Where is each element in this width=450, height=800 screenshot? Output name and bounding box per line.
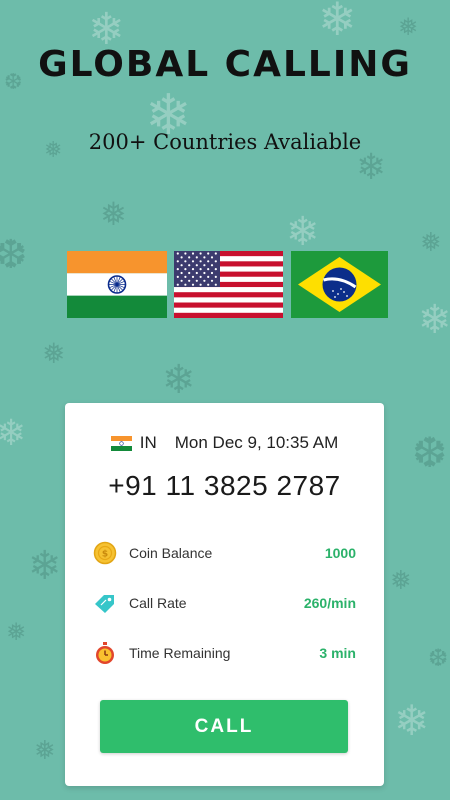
snowflake-decoration: ❅ <box>398 13 419 41</box>
snowflake-decoration: ❄ <box>318 0 357 46</box>
call-button[interactable]: CALL <box>100 700 348 753</box>
coin-balance-label: Coin Balance <box>129 545 213 561</box>
snowflake-decoration: ❄ <box>162 357 196 403</box>
call-rate-row: Call Rate 260/min <box>93 591 356 617</box>
snowflake-decoration: ❆ <box>428 644 449 672</box>
snowflake-decoration: ❄ <box>394 696 430 745</box>
call-datetime: Mon Dec 9, 10:35 AM <box>174 433 339 452</box>
snowflake-decoration: ❅ <box>100 195 127 233</box>
svg-text:$: $ <box>102 550 108 560</box>
call-card: IN Mon Dec 9, 10:35 AM +91 11 3825 2787 $… <box>65 403 384 786</box>
page-subtitle: 200+ Countries Avaliable <box>88 130 362 154</box>
coin-icon: $ <box>93 541 117 565</box>
snowflake-decoration: ❄ <box>286 209 320 255</box>
time-remaining-value: 3 min <box>319 645 356 661</box>
snowflake-decoration: ❅ <box>34 736 56 766</box>
snowflake-decoration: ❆ <box>0 232 28 278</box>
snowflake-decoration: ❅ <box>42 337 66 370</box>
snowflake-decoration: ❆ <box>412 428 448 477</box>
india-flag <box>67 251 167 318</box>
snowflake-decoration: ❄ <box>0 413 27 454</box>
india-flag-icon <box>110 436 132 451</box>
snowflake-decoration: ❄ <box>356 147 387 188</box>
snowflake-decoration: ❄ <box>28 543 62 589</box>
call-rate-label: Call Rate <box>129 595 187 611</box>
price-tag-icon <box>93 591 117 615</box>
time-remaining-label: Time Remaining <box>129 645 231 661</box>
coin-balance-row: $ Coin Balance 1000 <box>93 541 356 567</box>
page-title: GLOBAL CALLING <box>38 44 412 85</box>
call-info-header: IN Mon Dec 9, 10:35 AM <box>65 433 384 453</box>
brazil-flag <box>291 251 388 318</box>
stopwatch-icon <box>93 641 117 665</box>
snowflake-decoration: ❅ <box>420 228 442 258</box>
call-rate-value: 260/min <box>303 595 356 611</box>
usa-flag <box>174 251 283 318</box>
snowflake-decoration: ❅ <box>390 566 412 596</box>
coin-balance-value: 1000 <box>324 545 356 561</box>
time-remaining-row: Time Remaining 3 min <box>93 641 356 667</box>
snowflake-decoration: ❅ <box>6 618 27 646</box>
country-code: IN <box>139 433 157 452</box>
snowflake-decoration: ❄ <box>418 297 450 343</box>
phone-number: +91 11 3825 2787 <box>108 470 341 501</box>
